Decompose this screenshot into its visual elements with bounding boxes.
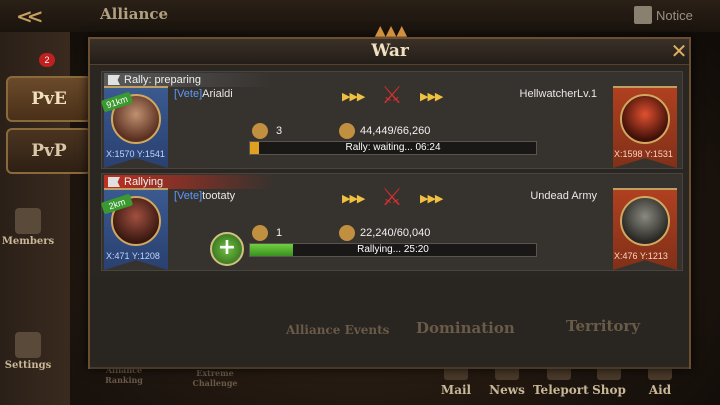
arrow-right-icon: ▶▶▶ [420,192,443,205]
arrow-right-icon: ▶▶▶ [420,90,443,103]
target-coordinates[interactable]: X:1598 Y:1531 [614,149,673,159]
members-icon [252,225,268,241]
war-modal: ▲▲▲ War ✕ Rally: preparing 91km X:1570 Y… [88,23,691,369]
crossed-swords-icon: ⚔ [381,183,403,211]
page-title: Alliance [100,5,169,23]
members-icon [15,208,41,234]
target-name: HellwatcherLv.1 [519,88,597,100]
status-label: Rallying [124,176,164,188]
target-avatar[interactable] [620,94,670,144]
leader-coordinates[interactable]: X:471 Y:1208 [106,251,160,261]
status-badge: Rally: preparing [104,73,274,87]
flag-icon [108,177,120,187]
crossed-swords-icon: ⚔ [381,81,403,109]
leader-name-text: Arialdi [202,88,233,100]
aid-label: Aid [648,383,672,397]
member-count: 1 [276,227,283,239]
status-label: Rally: preparing [124,74,202,86]
notice-button[interactable]: Notice [634,6,693,24]
power-icon [339,123,355,139]
alliance-events-label[interactable]: Alliance Events [286,323,389,337]
teleport-label: Teleport [533,383,589,397]
target-avatar[interactable] [620,196,670,246]
top-bar: << Alliance Notice [0,0,720,32]
news-label: News [489,383,525,397]
power-value: 44,449/66,260 [360,125,431,137]
modal-lower-area: Alliance Events Domination Territory [90,275,689,369]
sidebar-item-label: Members [1,236,55,247]
close-icon[interactable]: ✕ [669,41,689,62]
modal-title: War [371,41,409,61]
crown-ornament-icon: ▲▲▲ [374,23,408,39]
leader-name: [Vete]Arialdi [174,88,233,100]
sidebar-item-members[interactable]: Members [0,208,56,247]
members-icon [252,123,268,139]
power-icon [339,225,355,241]
tab-pve[interactable]: PvE [6,76,92,122]
domination-label[interactable]: Domination [416,319,515,337]
leader-name: [Vete]tootaty [174,190,235,202]
gear-icon [15,332,41,358]
member-count: 3 [276,125,283,137]
power-value: 22,240/60,040 [360,227,431,239]
rally-card[interactable]: Rally: preparing 91km X:1570 Y:1541 [Vet… [100,71,683,169]
leader-name-text: tootaty [202,190,236,202]
progress-label: Rally: waiting... 06:24 [345,142,441,153]
alliance-tag: [Vete] [174,190,203,202]
arrow-right-icon: ▶▶▶ [342,90,365,103]
notice-icon [634,6,652,24]
target-coordinates[interactable]: X:476 Y:1213 [614,251,668,261]
alliance-tag: [Vete] [174,88,203,100]
progress-label: Rallying... 25:20 [357,244,429,255]
arrow-right-icon: ▶▶▶ [342,192,365,205]
sidebar-item-label: Settings [4,360,52,371]
leader-coordinates[interactable]: X:1570 Y:1541 [106,149,165,159]
tab-pvp[interactable]: PvP [6,128,92,174]
modal-header: ▲▲▲ War ✕ [90,23,689,65]
rally-progress-bar: Rally: waiting... 06:24 [249,141,537,155]
shop-label: Shop [592,383,626,397]
join-rally-button[interactable]: + [210,232,244,266]
flag-icon [108,75,120,85]
rally-progress-bar: Rallying... 25:20 [249,243,537,257]
extreme-challenge-label[interactable]: Extreme Challenge [190,368,240,388]
status-badge: Rallying [104,175,274,189]
territory-label[interactable]: Territory [566,317,640,335]
rally-card[interactable]: Rallying 2km X:471 Y:1208 [Vete]tootaty … [100,173,683,271]
sidebar-item-settings[interactable]: Settings [0,332,56,371]
notice-label: Notice [656,7,693,23]
target-name: Undead Army [530,190,597,202]
back-arrow-icon[interactable]: << [16,4,60,28]
mail-label: Mail [440,383,472,397]
pve-badge: 2 [39,53,55,67]
